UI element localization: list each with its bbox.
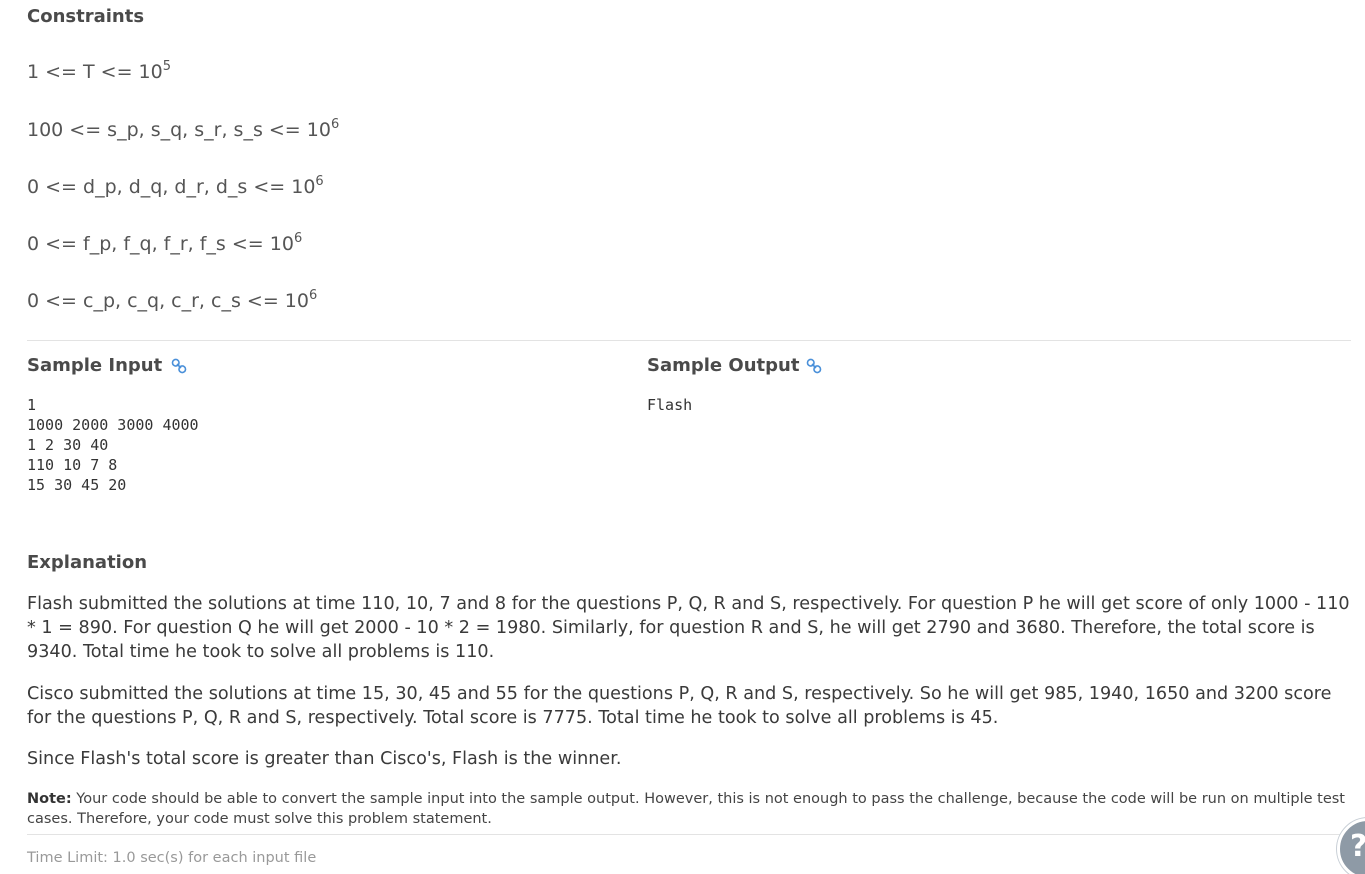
sample-input-title: Sample Input	[27, 355, 163, 376]
sample-input-line: 15 30 45 20	[27, 476, 127, 494]
explanation-paragraph-1: Flash submitted the solutions at time 11…	[27, 594, 1350, 662]
note-text: Your code should be able to convert the …	[27, 791, 1345, 827]
constraint-4: 0 <= f_p, f_q, f_r, f_s <= 106	[27, 231, 303, 255]
sample-input-line: 1 2 30 40	[27, 436, 109, 454]
link-icon[interactable]	[806, 358, 822, 374]
constraint-5: 0 <= c_p, c_q, c_r, c_s <= 106	[27, 288, 318, 312]
constraint-2: 100 <= s_p, s_q, s_r, s_s <= 106	[27, 117, 340, 141]
constraint-1: 1 <= T <= 105	[27, 59, 171, 83]
link-icon[interactable]	[171, 358, 187, 374]
divider	[27, 834, 1351, 835]
explanation-title: Explanation	[27, 552, 148, 573]
time-limit: Time Limit: 1.0 sec(s) for each input fi…	[27, 850, 317, 866]
sample-input-line: 1000 2000 3000 4000	[27, 416, 199, 434]
constraint-3: 0 <= d_p, d_q, d_r, d_s <= 106	[27, 174, 324, 198]
sample-input-line: 1	[27, 396, 37, 414]
sample-output-line: Flash	[647, 396, 693, 414]
note: Note: Your code should be able to conver…	[27, 789, 1347, 829]
sample-output-code: Flash	[647, 395, 692, 415]
help-icon: ?	[1350, 829, 1365, 864]
divider	[27, 340, 1351, 341]
note-label: Note:	[27, 791, 72, 807]
sample-output-title: Sample Output	[647, 355, 800, 376]
explanation-paragraph-2: Cisco submitted the solutions at time 15…	[27, 684, 1332, 728]
explanation-paragraph-3: Since Flash's total score is greater tha…	[27, 749, 622, 769]
sample-input-line: 110 10 7 8	[27, 456, 118, 474]
problem-page: Constraints 1 <= T <= 105 100 <= s_p, s_…	[0, 0, 1365, 874]
constraints-title: Constraints	[27, 6, 145, 27]
sample-input-code: 1 1000 2000 3000 4000 1 2 30 40 110 10 7…	[27, 395, 199, 495]
